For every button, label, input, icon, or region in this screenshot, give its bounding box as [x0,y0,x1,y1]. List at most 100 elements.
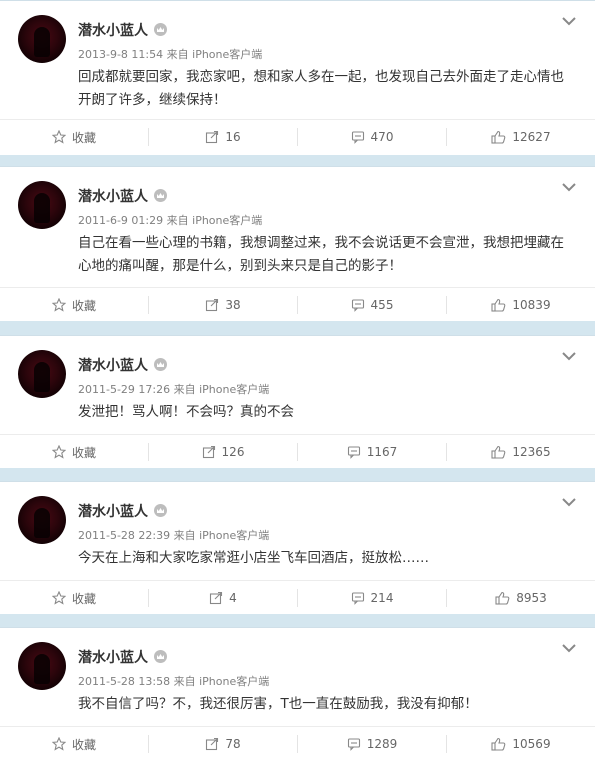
post-text: 我不自信了吗？不，我还很厉害，T也一直在鼓励我，我没有抑郁！ [78,696,478,712]
post-source: 来自 iPhone客户端 [166,48,263,61]
user-name[interactable]: 潜水小蓝人 [78,501,167,521]
post-text: 今天在上海和大家吃家常逛小店坐飞车回酒店，挺放松…… [78,550,429,566]
post-meta: 2011-6-9 01:29 来自 iPhone客户端 [78,212,262,228]
comment-icon [347,446,360,459]
comment-icon [347,738,360,751]
favorite-button[interactable]: 收藏 [0,435,148,469]
comment-icon [351,592,364,605]
crown-badge-icon [154,23,167,36]
repost-button[interactable]: 126 [149,435,297,469]
avatar[interactable] [18,181,66,229]
comment-button[interactable]: 455 [298,288,446,322]
chevron-down-icon[interactable] [561,181,577,193]
like-button[interactable]: 12365 [447,435,595,469]
thumbs-up-icon [491,298,506,312]
repost-count: 4 [229,591,237,605]
post-card: 潜水小蓝人 2011-5-29 17:26 来自 iPhone客户端 发泄把！骂… [0,335,595,468]
favorite-button[interactable]: 收藏 [0,120,148,154]
favorite-label: 收藏 [71,591,96,606]
thumbs-up-icon [491,445,506,459]
post-meta: 2011-5-29 17:26 来自 iPhone客户端 [78,381,269,397]
action-bar: 收藏 4 214 8953 [0,580,595,615]
comment-button[interactable]: 214 [298,581,446,615]
favorite-label: 收藏 [71,298,96,313]
comment-button[interactable]: 1167 [298,435,446,469]
post-text: 自己在看一些心理的书籍，我想调整过来，我不会说话更不会宣泄，我想把埋藏在心地的痛… [78,235,564,274]
user-name[interactable]: 潜水小蓝人 [78,647,167,667]
post-card: 潜水小蓝人 2011-5-28 22:39 来自 iPhone客户端 今天在上海… [0,481,595,614]
like-button[interactable]: 10839 [447,288,595,322]
post-time[interactable]: 2011-5-28 13:58 [78,675,170,688]
repost-button[interactable]: 78 [149,727,297,761]
chevron-down-icon[interactable] [561,15,577,27]
favorite-label: 收藏 [71,737,96,752]
repost-button[interactable]: 4 [149,581,297,615]
comment-count: 214 [370,591,394,605]
repost-count: 78 [225,737,241,751]
repost-icon [202,445,215,459]
like-count: 12627 [512,130,551,144]
star-icon [51,591,66,605]
avatar[interactable] [18,350,66,398]
comment-icon [351,299,364,312]
like-count: 10569 [512,737,551,751]
comment-count: 1167 [366,445,398,459]
post-card: 潜水小蓝人 2011-6-9 01:29 来自 iPhone客户端 自己在看一些… [0,166,595,321]
post-text: 回成都就要回家，我恋家吧，想和家人多在一起，也发现自己去外面走了走心情也开朗了许… [78,69,564,108]
like-button[interactable]: 10569 [447,727,595,761]
post-time[interactable]: 2011-5-28 22:39 [78,529,170,542]
crown-badge-icon [154,504,167,517]
star-icon [51,298,66,312]
favorite-button[interactable]: 收藏 [0,581,148,615]
chevron-down-icon[interactable] [561,642,577,654]
action-bar: 收藏 16 470 12627 [0,119,595,154]
user-name[interactable]: 潜水小蓝人 [78,186,167,206]
favorite-label: 收藏 [71,445,96,460]
star-icon [51,737,66,751]
action-bar: 收藏 78 1289 10569 [0,726,595,761]
repost-icon [206,130,219,144]
chevron-down-icon[interactable] [561,496,577,508]
post-source: 来自 iPhone客户端 [173,383,270,396]
repost-count: 16 [225,130,241,144]
avatar[interactable] [18,642,66,690]
post-meta: 2011-5-28 13:58 来自 iPhone客户端 [78,673,269,689]
avatar[interactable] [18,15,66,63]
repost-icon [206,737,219,751]
crown-badge-icon [154,650,167,663]
repost-button[interactable]: 16 [149,120,297,154]
post-card: 潜水小蓝人 2011-5-28 13:58 来自 iPhone客户端 我不自信了… [0,627,595,768]
user-name[interactable]: 潜水小蓝人 [78,355,167,375]
comment-button[interactable]: 1289 [298,727,446,761]
crown-badge-icon [154,189,167,202]
repost-count: 38 [225,298,241,312]
favorite-button[interactable]: 收藏 [0,727,148,761]
like-count: 8953 [516,591,547,605]
post-time[interactable]: 2011-5-29 17:26 [78,383,170,396]
comment-count: 470 [370,130,394,144]
favorite-button[interactable]: 收藏 [0,288,148,322]
action-bar: 收藏 38 455 10839 [0,287,595,322]
like-button[interactable]: 12627 [447,120,595,154]
post-time[interactable]: 2011-6-9 01:29 [78,214,163,227]
post-source: 来自 iPhone客户端 [166,214,263,227]
comment-button[interactable]: 470 [298,120,446,154]
post-card: 潜水小蓝人 2013-9-8 11:54 来自 iPhone客户端 回成都就要回… [0,0,595,155]
post-time[interactable]: 2013-9-8 11:54 [78,48,163,61]
chevron-down-icon[interactable] [561,350,577,362]
action-bar: 收藏 126 1167 12365 [0,434,595,469]
thumbs-up-icon [491,737,506,751]
star-icon [51,130,66,144]
thumbs-up-icon [491,130,506,144]
favorite-label: 收藏 [71,130,96,145]
user-name[interactable]: 潜水小蓝人 [78,20,167,40]
comment-count: 455 [370,298,394,312]
like-count: 10839 [512,298,551,312]
repost-button[interactable]: 38 [149,288,297,322]
star-icon [51,445,66,459]
avatar[interactable] [18,496,66,544]
post-meta: 2013-9-8 11:54 来自 iPhone客户端 [78,46,262,62]
post-source: 来自 iPhone客户端 [173,529,270,542]
post-source: 来自 iPhone客户端 [173,675,270,688]
like-button[interactable]: 8953 [447,581,595,615]
